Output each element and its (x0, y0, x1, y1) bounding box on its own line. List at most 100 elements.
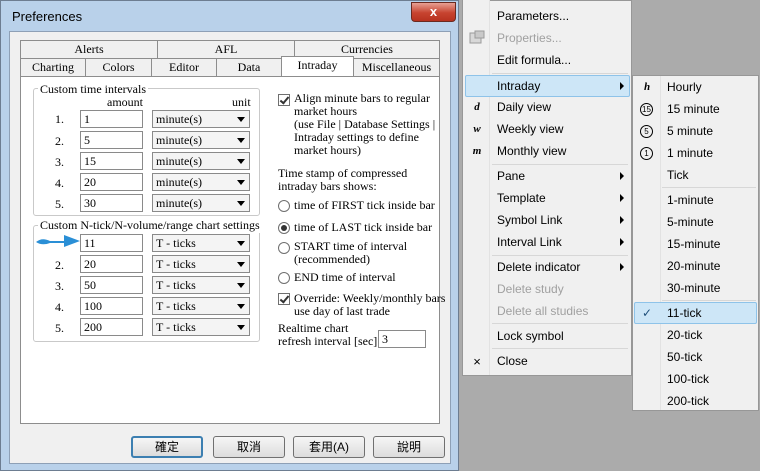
submenu-item-5-minute-custom[interactable]: 5-minute (667, 211, 714, 233)
menu-item-template[interactable]: Template (497, 187, 546, 209)
apply-button[interactable]: 套用(A) (293, 436, 365, 458)
tab-editor[interactable]: Editor (151, 58, 217, 76)
ntick-amount-input[interactable]: 200 (80, 318, 143, 336)
submenu-item-30-minute-custom[interactable]: 30-minute (667, 277, 720, 299)
submenu-item-15-minute-custom[interactable]: 15-minute (667, 233, 720, 255)
ntick-row-number: 4. (55, 300, 64, 314)
menu-item-interval-link[interactable]: Interval Link (497, 231, 562, 253)
submenu-item-5-minute[interactable]: 5 minute (667, 120, 713, 142)
interval-amount-input[interactable]: 30 (80, 194, 143, 212)
menu-item-intraday[interactable]: Intraday (497, 75, 540, 97)
submenu-arrow-icon (620, 263, 624, 271)
menu-item-delete-study[interactable]: Delete study (497, 278, 564, 300)
tab-miscellaneous[interactable]: Miscellaneous (353, 58, 440, 76)
interval-amount-input[interactable]: 1 (80, 110, 143, 128)
chevron-down-icon (237, 325, 245, 330)
unit-column-header: unit (232, 95, 251, 109)
override-weekly-checkbox[interactable] (278, 293, 290, 305)
ntick-amount-input[interactable]: 11 (80, 234, 143, 252)
tab-data[interactable]: Data (216, 58, 282, 76)
menu-item-highlight (465, 75, 630, 97)
tab-colors[interactable]: Colors (85, 58, 152, 76)
submenu-item-100-tick[interactable]: 100-tick (667, 368, 709, 390)
interval-unit-select[interactable]: minute(s) (152, 131, 250, 149)
interval-amount-input[interactable]: 5 (80, 131, 143, 149)
ntick-amount-input[interactable]: 100 (80, 297, 143, 315)
15-minute-icon: 15 (640, 103, 653, 116)
menu-item-symbol-link[interactable]: Symbol Link (497, 209, 562, 231)
menu-item-weekly-view[interactable]: Weekly view (497, 118, 563, 140)
tab-afl[interactable]: AFL (157, 40, 295, 58)
interval-amount-input[interactable]: 15 (80, 152, 143, 170)
radio-last-tick-label: time of LAST tick inside bar (294, 220, 433, 234)
close-icon: x (429, 4, 438, 19)
submenu-arrow-icon (620, 238, 624, 246)
radio-first-tick[interactable] (278, 200, 290, 212)
chevron-down-icon (237, 117, 245, 122)
interval-unit-value: minute(s) (156, 196, 202, 210)
chevron-down-icon (237, 283, 245, 288)
ntick-unit-select[interactable]: T - ticks (152, 318, 250, 336)
submenu-item-hourly[interactable]: Hourly (667, 76, 702, 98)
blue-arrow-annotation (36, 235, 80, 247)
ntick-amount-input[interactable]: 20 (80, 255, 143, 273)
interval-unit-value: minute(s) (156, 133, 202, 147)
tab-alerts[interactable]: Alerts (20, 40, 158, 58)
menu-item-monthly-view[interactable]: Monthly view (497, 140, 566, 162)
tab-intraday[interactable]: Intraday (281, 56, 354, 76)
ntick-unit-value: T - ticks (156, 320, 196, 334)
cancel-button[interactable]: 取消 (213, 436, 285, 458)
menu-item-pane[interactable]: Pane (497, 165, 525, 187)
close-button[interactable]: x (411, 2, 456, 22)
ntick-amount-input[interactable]: 50 (80, 276, 143, 294)
refresh-interval-input[interactable]: 3 (378, 330, 426, 348)
ntick-unit-select[interactable]: T - ticks (152, 255, 250, 273)
menu-item-lock-symbol[interactable]: Lock symbol (497, 325, 564, 347)
align-minute-bars-checkbox[interactable] (278, 94, 290, 106)
help-button[interactable]: 說明 (373, 436, 445, 458)
submenu-item-20-minute-custom[interactable]: 20-minute (667, 255, 720, 277)
1-minute-icon: 1 (640, 147, 653, 160)
interval-unit-select[interactable]: minute(s) (152, 152, 250, 170)
submenu-item-15-minute[interactable]: 15 minute (667, 98, 720, 120)
menu-item-edit-formula[interactable]: Edit formula... (497, 49, 571, 71)
monthly-view-icon: m (472, 145, 482, 157)
interval-unit-select[interactable]: minute(s) (152, 194, 250, 212)
ntick-unit-value: T - ticks (156, 257, 196, 271)
chevron-down-icon (237, 180, 245, 185)
dialog-title: Preferences (12, 9, 83, 24)
submenu-item-11-tick[interactable]: 11-tick (667, 302, 701, 324)
interval-row-number: 1. (55, 112, 64, 126)
ntick-row-number: 3. (55, 279, 64, 293)
chevron-down-icon (237, 201, 245, 206)
ok-button[interactable]: 確定 (131, 436, 203, 458)
radio-last-tick[interactable] (278, 222, 290, 234)
interval-unit-select[interactable]: minute(s) (152, 110, 250, 128)
submenu-item-tick[interactable]: Tick (667, 164, 689, 186)
ntick-unit-value: T - ticks (156, 299, 196, 313)
interval-unit-select[interactable]: minute(s) (152, 173, 250, 191)
interval-unit-value: minute(s) (156, 112, 202, 126)
submenu-item-50-tick[interactable]: 50-tick (667, 346, 702, 368)
properties-icon (469, 30, 485, 44)
menu-item-close[interactable]: Close (497, 350, 528, 372)
ntick-unit-select[interactable]: T - ticks (152, 297, 250, 315)
radio-start-time[interactable] (278, 242, 290, 254)
menu-item-parameters[interactable]: Parameters... (497, 5, 569, 27)
menu-item-delete-all-studies[interactable]: Delete all studies (497, 300, 588, 322)
radio-end-time[interactable] (278, 272, 290, 284)
interval-row-number: 3. (55, 155, 64, 169)
submenu-item-1-minute-custom[interactable]: 1-minute (667, 189, 714, 211)
submenu-item-20-tick[interactable]: 20-tick (667, 324, 702, 346)
ntick-unit-select[interactable]: T - ticks (152, 234, 250, 252)
ntick-unit-select[interactable]: T - ticks (152, 276, 250, 294)
menu-item-properties[interactable]: Properties... (497, 27, 562, 49)
close-icon: × (473, 354, 481, 369)
submenu-item-1-minute[interactable]: 1 minute (667, 142, 713, 164)
tab-charting[interactable]: Charting (20, 58, 86, 76)
submenu-item-200-tick[interactable]: 200-tick (667, 390, 709, 412)
title-bar[interactable]: Preferences x (1, 1, 458, 31)
interval-amount-input[interactable]: 20 (80, 173, 143, 191)
menu-item-delete-indicator[interactable]: Delete indicator (497, 256, 580, 278)
menu-item-daily-view[interactable]: Daily view (497, 96, 551, 118)
